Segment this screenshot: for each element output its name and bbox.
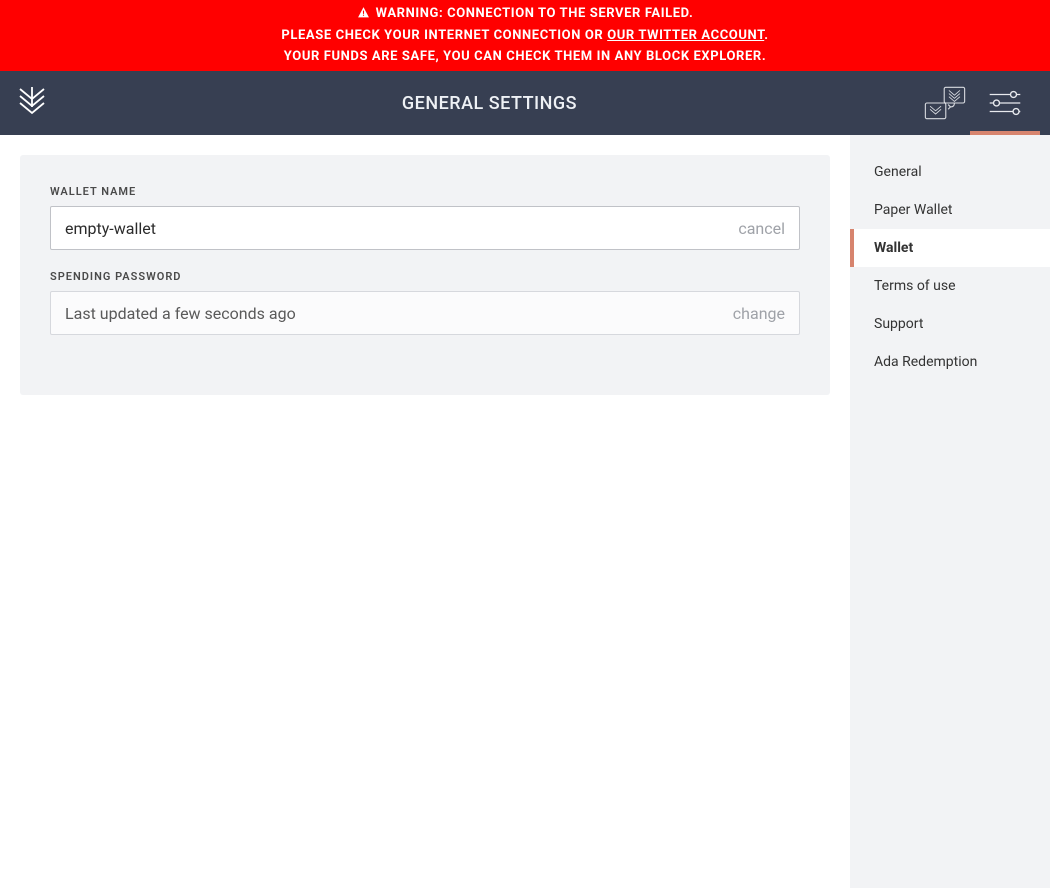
topbar: GENERAL SETTINGS xyxy=(0,71,1050,135)
connection-warning-banner: WARNING: CONNECTION TO THE SERVER FAILED… xyxy=(0,0,1050,71)
wallet-name-cancel-button[interactable]: cancel xyxy=(738,219,785,238)
content-column: WALLET NAME cancel SPENDING PASSWORD Las… xyxy=(0,135,850,888)
sidebar-item-ada-redemption[interactable]: Ada Redemption xyxy=(850,343,1050,381)
settings-card: WALLET NAME cancel SPENDING PASSWORD Las… xyxy=(20,155,830,395)
warning-icon xyxy=(357,6,370,19)
sidebar-item-paper-wallet[interactable]: Paper Wallet xyxy=(850,191,1050,229)
sidebar-item-support[interactable]: Support xyxy=(850,305,1050,343)
wallet-name-label: WALLET NAME xyxy=(50,185,800,198)
spending-password-label: SPENDING PASSWORD xyxy=(50,270,800,283)
wallet-name-field-box[interactable]: cancel xyxy=(50,206,800,250)
spending-password-status: Last updated a few seconds ago xyxy=(65,304,296,323)
page-title: GENERAL SETTINGS xyxy=(64,93,915,114)
spending-password-change-button[interactable]: change xyxy=(733,304,785,323)
main-area: WALLET NAME cancel SPENDING PASSWORD Las… xyxy=(0,135,1050,888)
settings-nav-icon[interactable] xyxy=(975,71,1035,135)
spending-password-group: SPENDING PASSWORD Last updated a few sec… xyxy=(50,270,800,335)
sidebar-item-terms-of-use[interactable]: Terms of use xyxy=(850,267,1050,305)
active-nav-underline xyxy=(970,131,1040,135)
sidebar-item-wallet[interactable]: Wallet xyxy=(850,229,1050,267)
wallet-name-input[interactable] xyxy=(65,219,738,238)
warning-line3: YOUR FUNDS ARE SAFE, YOU CAN CHECK THEM … xyxy=(284,49,766,64)
paper-wallet-nav-icon[interactable] xyxy=(915,71,975,135)
spending-password-field-box[interactable]: Last updated a few seconds ago change xyxy=(50,291,800,335)
twitter-link[interactable]: OUR TWITTER ACCOUNT xyxy=(607,28,764,43)
warning-line2-prefix: PLEASE CHECK YOUR INTERNET CONNECTION OR xyxy=(281,28,607,43)
sidebar-item-general[interactable]: General xyxy=(850,153,1050,191)
warning-line2-suffix: . xyxy=(764,28,768,43)
settings-sidebar: General Paper Wallet Wallet Terms of use… xyxy=(850,135,1050,888)
wallet-name-group: WALLET NAME cancel xyxy=(50,185,800,250)
logo-icon[interactable] xyxy=(18,85,46,121)
warning-line1: WARNING: CONNECTION TO THE SERVER FAILED… xyxy=(376,6,694,21)
